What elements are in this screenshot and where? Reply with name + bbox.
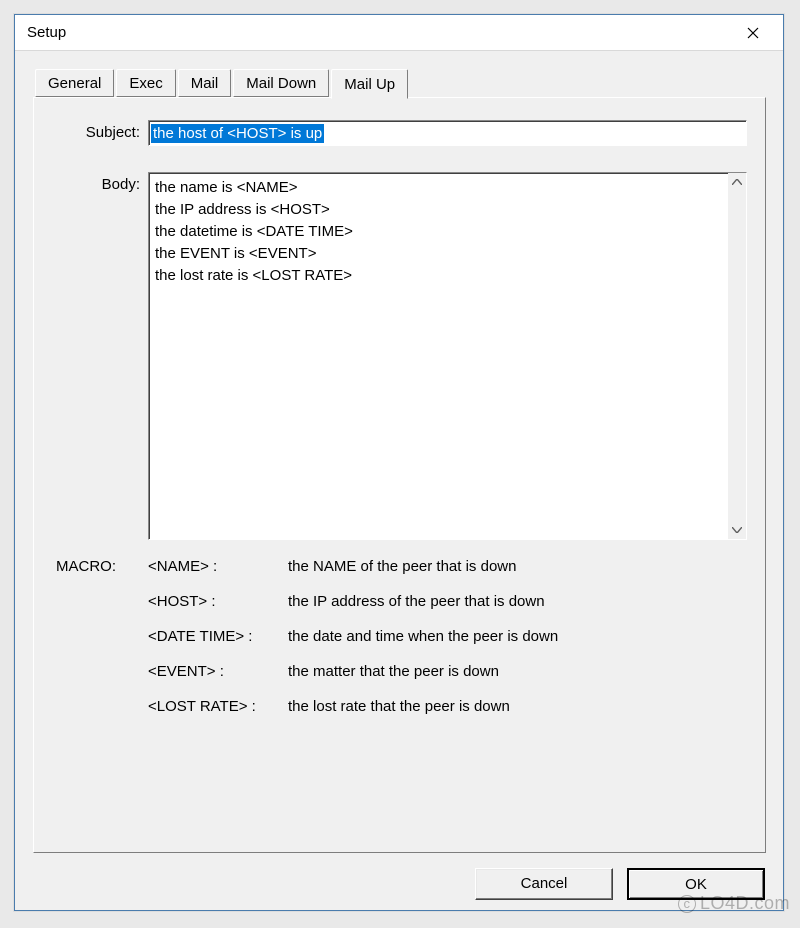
macro-block: MACRO: <NAME> : the NAME of the peer tha… xyxy=(52,558,747,715)
macro-heading: MACRO: xyxy=(56,558,148,575)
subject-label: Subject: xyxy=(52,120,148,141)
macro-row: MACRO: <NAME> : the NAME of the peer tha… xyxy=(56,558,747,575)
subject-row: Subject: the host of <HOST> is up xyxy=(52,120,747,146)
macro-desc: the matter that the peer is down xyxy=(288,663,747,680)
copyright-icon: c xyxy=(678,895,696,913)
macro-name: <EVENT> : xyxy=(148,663,288,680)
macro-row: <EVENT> : the matter that the peer is do… xyxy=(56,663,747,680)
macro-desc: the IP address of the peer that is down xyxy=(288,593,747,610)
macro-row: <LOST RATE> : the lost rate that the pee… xyxy=(56,698,747,715)
tab-strip: General Exec Mail Mail Down Mail Up xyxy=(35,67,765,97)
macro-desc: the NAME of the peer that is down xyxy=(288,558,747,575)
subject-input[interactable]: the host of <HOST> is up xyxy=(148,120,747,146)
tab-mail[interactable]: Mail xyxy=(178,69,232,97)
close-icon xyxy=(747,27,759,39)
setup-dialog: Setup General Exec Mail Mail Down Mail U… xyxy=(14,14,784,911)
scroll-down-icon[interactable] xyxy=(728,521,746,539)
tab-panel: Subject: the host of <HOST> is up Body: … xyxy=(33,97,766,853)
body-scrollbar[interactable] xyxy=(728,173,746,539)
close-button[interactable] xyxy=(731,19,775,47)
tab-mail-down[interactable]: Mail Down xyxy=(233,69,329,97)
client-area: General Exec Mail Mail Down Mail Up Subj… xyxy=(15,51,783,910)
macro-name: <LOST RATE> : xyxy=(148,698,288,715)
macro-name: <DATE TIME> : xyxy=(148,628,288,645)
body-value: the name is <NAME> the IP address is <HO… xyxy=(149,173,728,539)
window-title: Setup xyxy=(23,24,66,41)
scroll-track[interactable] xyxy=(728,191,746,521)
subject-value: the host of <HOST> is up xyxy=(151,124,324,143)
scroll-up-icon[interactable] xyxy=(728,173,746,191)
cancel-button[interactable]: Cancel xyxy=(475,868,613,900)
body-row: Body: the name is <NAME> the IP address … xyxy=(52,172,747,540)
macro-row: <HOST> : the IP address of the peer that… xyxy=(56,593,747,610)
tab-exec[interactable]: Exec xyxy=(116,69,175,97)
macro-desc: the lost rate that the peer is down xyxy=(288,698,747,715)
macro-name: <HOST> : xyxy=(148,593,288,610)
tab-general[interactable]: General xyxy=(35,69,114,97)
tab-mail-up[interactable]: Mail Up xyxy=(331,69,408,99)
watermark: cLO4D.com xyxy=(678,893,790,914)
macro-row: <DATE TIME> : the date and time when the… xyxy=(56,628,747,645)
body-textarea[interactable]: the name is <NAME> the IP address is <HO… xyxy=(148,172,747,540)
titlebar[interactable]: Setup xyxy=(15,15,783,51)
macro-name: <NAME> : xyxy=(148,558,288,575)
macro-desc: the date and time when the peer is down xyxy=(288,628,747,645)
body-label: Body: xyxy=(52,172,148,193)
